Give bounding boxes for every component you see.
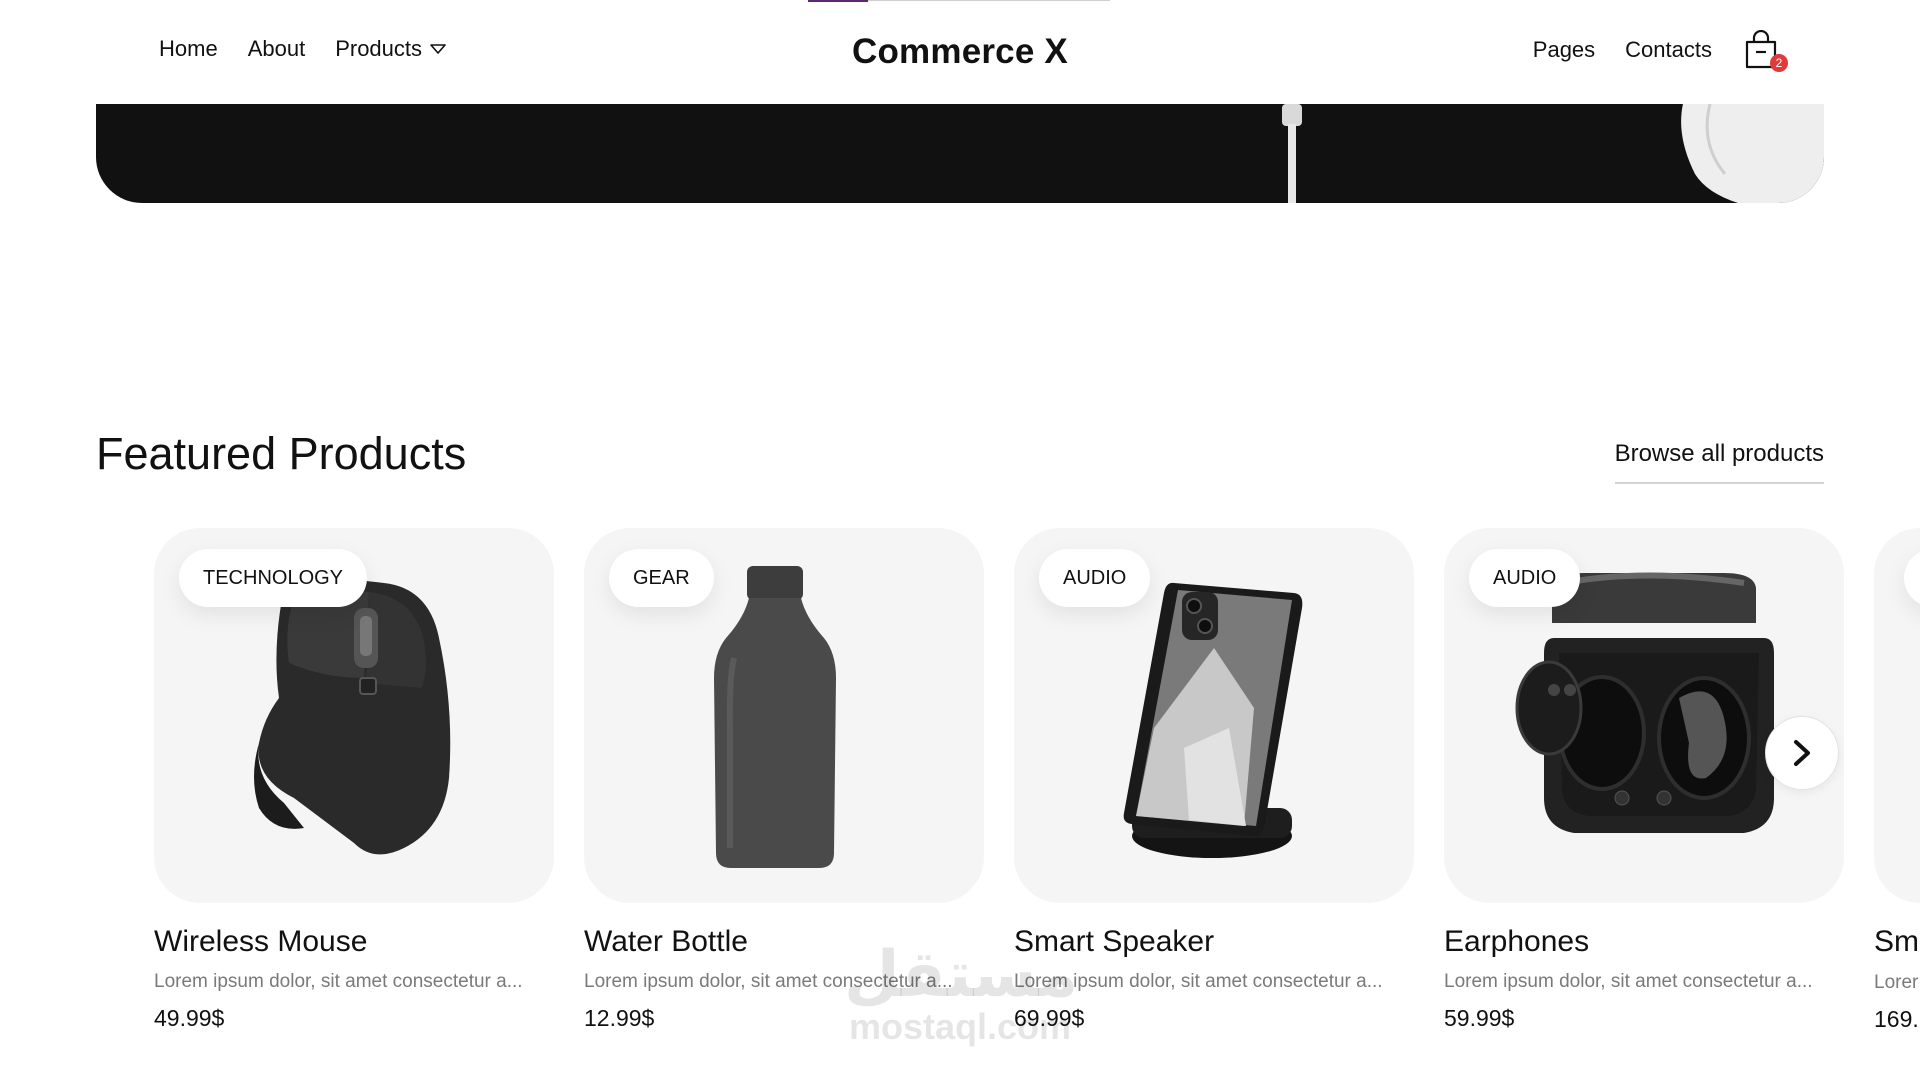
product-card[interactable]: AUDIO Smart Speaker Lorem ipsum dolor, s… [1014, 528, 1414, 1032]
product-price: 69.99$ [1014, 1005, 1085, 1031]
product-name-partial[interactable]: Sm [1874, 925, 1920, 959]
product-name[interactable]: Wireless Mouse [154, 925, 554, 959]
secondary-nav: Pages Contacts 2 [1533, 28, 1788, 72]
cart-count-badge: 2 [1770, 54, 1788, 72]
nav-pages-link[interactable]: Pages [1533, 37, 1595, 63]
product-image-container[interactable]: AUDIO [1444, 528, 1844, 903]
product-name[interactable]: Smart Speaker [1014, 925, 1414, 959]
section-title: Featured Products [96, 428, 467, 479]
nav-contacts-link[interactable]: Contacts [1625, 37, 1712, 63]
category-tag: TECHNOLOGY [179, 549, 368, 607]
product-description-partial: Lorer [1874, 972, 1919, 993]
chevron-right-icon [1794, 740, 1810, 766]
category-tag: AUDIO [1469, 549, 1581, 607]
product-image-container[interactable]: GEAR [584, 528, 984, 903]
product-image-container[interactable]: AUDIO [1014, 528, 1414, 903]
cart-button[interactable]: 2 [1742, 28, 1788, 72]
browse-all-link[interactable]: Browse all products [1614, 440, 1824, 484]
product-description: Lorem ipsum dolor, sit amet consectetur … [584, 971, 953, 992]
product-price: 49.99$ [154, 1005, 225, 1031]
carousel-next-button[interactable] [1765, 716, 1839, 790]
product-name[interactable]: Earphones [1444, 925, 1844, 959]
cable-image [1282, 104, 1302, 203]
product-description: Lorem ipsum dolor, sit amet consectetur … [154, 971, 523, 992]
product-card[interactable]: TECHNOLOGY Wireless Mouse Lorem ipsum do… [154, 528, 554, 1032]
product-name[interactable]: Water Bottle [584, 925, 984, 959]
product-price: 12.99$ [584, 1005, 655, 1031]
product-card-partial[interactable] [1874, 528, 1920, 903]
hero-banner [96, 104, 1824, 203]
product-price-partial: 169. [1874, 1006, 1919, 1032]
product-card[interactable]: GEAR Water Bottle Lorem ipsum dolor, sit… [584, 528, 984, 1032]
product-image-container[interactable]: TECHNOLOGY [154, 528, 554, 903]
category-tag: AUDIO [1039, 549, 1151, 607]
product-description: Lorem ipsum dolor, sit amet consectetur … [1444, 971, 1813, 992]
category-tag-partial [1904, 549, 1920, 607]
earbud-case-image [1681, 104, 1824, 203]
category-tag: GEAR [609, 549, 714, 607]
product-price: 59.99$ [1444, 1005, 1515, 1031]
product-description: Lorem ipsum dolor, sit amet consectetur … [1014, 971, 1383, 992]
site-header: Home About Products Commerce X Pages Con… [0, 0, 1920, 104]
